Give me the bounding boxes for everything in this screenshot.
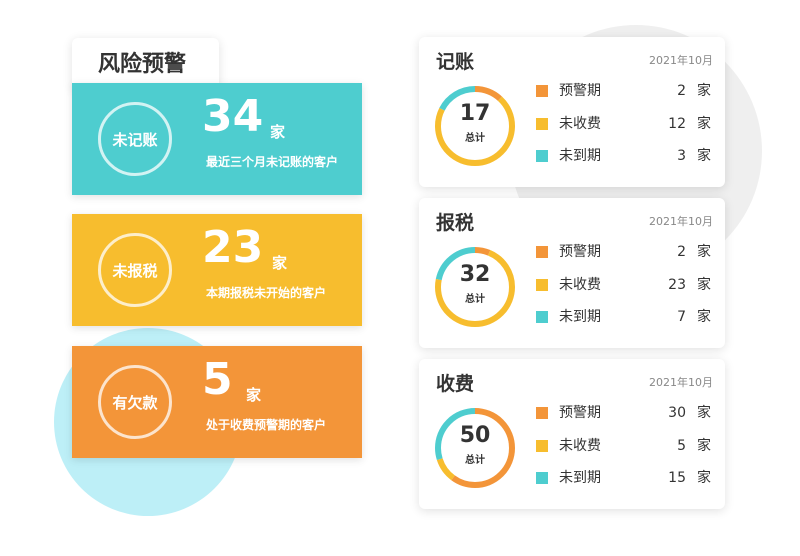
- legend-row-unpaid: 未收费 23 家: [536, 275, 716, 295]
- legend-unit: 家: [697, 116, 711, 132]
- legend-label: 未收费: [559, 116, 601, 132]
- legend-value: 12: [668, 116, 686, 132]
- legend-label: 未收费: [559, 438, 601, 454]
- legend-label: 未收费: [559, 277, 601, 293]
- legend-row-warning: 预警期 2 家: [536, 242, 716, 262]
- stat-card-tax[interactable]: 报税 2021年10月 32 总计 预警期 2 家 未收费 23 家 未到期 7…: [419, 198, 725, 348]
- legend-unit: 家: [697, 83, 711, 99]
- legend-swatch: [536, 440, 548, 452]
- legend-label: 未到期: [559, 470, 601, 486]
- donut-total-label: 总计: [465, 294, 485, 305]
- stat-card-date: 2021年10月: [649, 376, 713, 389]
- legend-label: 未到期: [559, 309, 601, 325]
- legend-value: 3: [677, 148, 686, 164]
- stat-card-title: 记账: [436, 51, 475, 73]
- donut-total-label: 总计: [465, 455, 485, 466]
- legend-value: 15: [668, 470, 686, 486]
- legend-swatch: [536, 85, 548, 97]
- legend-unit: 家: [697, 438, 711, 454]
- legend-value: 7: [677, 309, 686, 325]
- donut-total: 32: [459, 262, 491, 287]
- donut-total: 17: [459, 101, 491, 126]
- legend-row-not-due: 未到期 15 家: [536, 468, 716, 488]
- stat-card-date: 2021年10月: [649, 54, 713, 67]
- legend-row-warning: 预警期 2 家: [536, 81, 716, 101]
- legend-label: 未到期: [559, 148, 601, 164]
- risk-count: 34: [202, 91, 264, 142]
- risk-card-unbooked[interactable]: 未记账 34 家 最近三个月未记账的客户: [72, 83, 362, 195]
- legend-label: 预警期: [559, 405, 601, 421]
- legend-value: 30: [668, 405, 686, 421]
- legend-value: 2: [677, 83, 686, 99]
- risk-unit: 家: [246, 386, 262, 404]
- legend-unit: 家: [697, 405, 711, 421]
- legend-value: 2: [677, 244, 686, 260]
- risk-circle-label: 未记账: [98, 102, 172, 176]
- legend-swatch: [536, 150, 548, 162]
- legend-row-not-due: 未到期 7 家: [536, 307, 716, 327]
- legend-value: 23: [668, 277, 686, 293]
- stat-card-bookkeeping[interactable]: 记账 2021年10月 17 总计 预警期 2 家 未收费 12 家 未到期 3…: [419, 37, 725, 187]
- legend-unit: 家: [697, 309, 711, 325]
- legend-swatch: [536, 472, 548, 484]
- risk-count: 5: [202, 354, 233, 405]
- legend-label: 预警期: [559, 244, 601, 260]
- risk-card-untaxed[interactable]: 未报税 23 家 本期报税未开始的客户: [72, 214, 362, 326]
- risk-circle-label: 未报税: [98, 233, 172, 307]
- legend-swatch: [536, 407, 548, 419]
- legend-swatch: [536, 246, 548, 258]
- legend-swatch: [536, 311, 548, 323]
- risk-circle-label: 有欠款: [98, 365, 172, 439]
- legend-row-warning: 预警期 30 家: [536, 403, 716, 423]
- stat-card-fees[interactable]: 收费 2021年10月 50 总计 预警期 30 家 未收费 5 家 未到期 1…: [419, 359, 725, 509]
- legend-swatch: [536, 118, 548, 130]
- legend-value: 5: [677, 438, 686, 454]
- legend-row-not-due: 未到期 3 家: [536, 146, 716, 166]
- donut-total: 50: [459, 423, 491, 448]
- legend-unit: 家: [697, 277, 711, 293]
- legend-swatch: [536, 279, 548, 291]
- risk-description: 最近三个月未记账的客户: [206, 155, 339, 169]
- legend-label: 预警期: [559, 83, 601, 99]
- risk-description: 处于收费预警期的客户: [206, 418, 327, 432]
- risk-description: 本期报税未开始的客户: [206, 286, 327, 300]
- stat-card-date: 2021年10月: [649, 215, 713, 228]
- legend-unit: 家: [697, 470, 711, 486]
- donut-total-label: 总计: [465, 133, 485, 144]
- legend-unit: 家: [697, 148, 711, 164]
- stat-card-title: 报税: [436, 212, 475, 234]
- legend-row-unpaid: 未收费 12 家: [536, 114, 716, 134]
- risk-unit: 家: [270, 123, 286, 141]
- risk-count: 23: [202, 222, 264, 273]
- legend-unit: 家: [697, 244, 711, 260]
- risk-card-arrears[interactable]: 有欠款 5 家 处于收费预警期的客户: [72, 346, 362, 458]
- legend-row-unpaid: 未收费 5 家: [536, 436, 716, 456]
- stat-card-title: 收费: [436, 373, 475, 395]
- risk-unit: 家: [272, 254, 288, 272]
